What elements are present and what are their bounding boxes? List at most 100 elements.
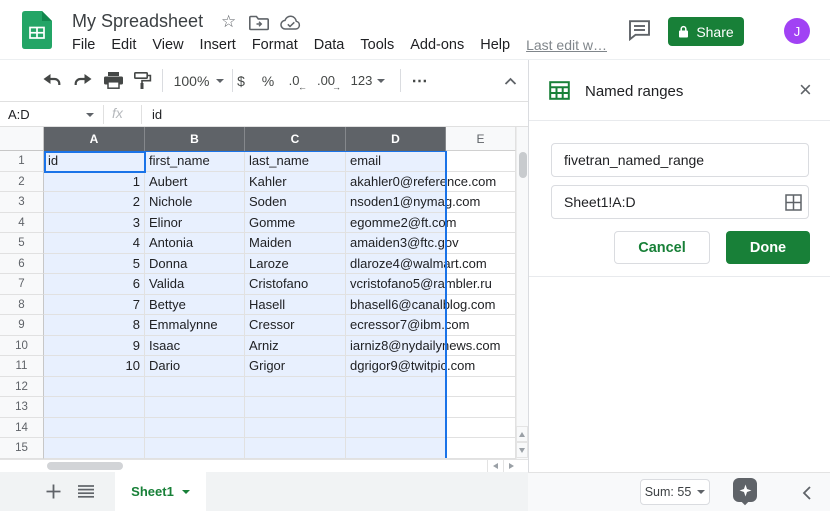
range-name-input[interactable] <box>551 143 809 177</box>
scroll-right-button[interactable] <box>503 460 519 473</box>
cell-D8[interactable]: bhasell6@canalblog.com <box>346 295 446 316</box>
cell-D7[interactable]: vcristofano5@rambler.ru <box>346 274 446 295</box>
cell-C11[interactable]: Grigor <box>245 356 346 377</box>
cell-E1[interactable] <box>446 151 516 172</box>
menu-view[interactable]: View <box>152 37 183 53</box>
cell-D3[interactable]: nsoden1@nymag.com <box>346 192 446 213</box>
share-button[interactable]: Share <box>668 17 744 46</box>
cell-A10[interactable]: 9 <box>44 336 145 357</box>
print-button[interactable] <box>101 60 125 101</box>
cell-B5[interactable]: Antonia <box>145 233 245 254</box>
all-sheets-menu-button[interactable] <box>78 485 94 498</box>
cell-D5[interactable]: amaiden3@ftc.gov <box>346 233 446 254</box>
column-header-A[interactable]: A <box>44 127 145 151</box>
cell-D14[interactable] <box>346 418 446 439</box>
row-header-12[interactable]: 12 <box>0 377 44 398</box>
cell-A15[interactable] <box>44 438 145 459</box>
collapse-toolbar-button[interactable] <box>504 60 517 101</box>
more-toolbar-button[interactable]: ⋯ <box>406 60 434 101</box>
decrease-decimal-button[interactable]: .0← <box>282 60 306 101</box>
zoom-select[interactable]: 100% <box>170 60 228 101</box>
select-all-corner[interactable] <box>0 127 44 151</box>
sheet-tab-sheet1[interactable]: Sheet1 <box>115 472 206 511</box>
cell-C15[interactable] <box>245 438 346 459</box>
cell-D6[interactable]: dlaroze4@walmart.com <box>346 254 446 275</box>
comment-history-icon[interactable] <box>628 20 651 41</box>
cell-B14[interactable] <box>145 418 245 439</box>
row-header-5[interactable]: 5 <box>0 233 44 254</box>
menu-help[interactable]: Help <box>480 37 510 53</box>
cell-B10[interactable]: Isaac <box>145 336 245 357</box>
cell-A6[interactable]: 5 <box>44 254 145 275</box>
row-header-11[interactable]: 11 <box>0 356 44 377</box>
cell-A11[interactable]: 10 <box>44 356 145 377</box>
column-header-B[interactable]: B <box>145 127 245 151</box>
cell-A2[interactable]: 1 <box>44 172 145 193</box>
scroll-left-button[interactable] <box>487 460 503 473</box>
horizontal-scrollbar[interactable] <box>0 459 528 473</box>
select-data-range-icon[interactable] <box>785 194 802 211</box>
cell-D9[interactable]: ecressor7@ibm.com <box>346 315 446 336</box>
cell-A3[interactable]: 2 <box>44 192 145 213</box>
vertical-scrollbar[interactable] <box>516 127 528 459</box>
cell-C2[interactable]: Kahler <box>245 172 346 193</box>
row-header-13[interactable]: 13 <box>0 397 44 418</box>
cloud-status-icon[interactable] <box>280 15 302 31</box>
move-folder-icon[interactable] <box>249 15 269 31</box>
menu-file[interactable]: File <box>72 37 95 53</box>
row-header-14[interactable]: 14 <box>0 418 44 439</box>
cell-E15[interactable] <box>446 438 516 459</box>
vertical-scrollbar-thumb[interactable] <box>519 152 528 178</box>
document-title[interactable]: My Spreadsheet <box>72 11 203 32</box>
number-format-button[interactable]: 123 <box>346 60 390 101</box>
done-button[interactable]: Done <box>726 231 810 264</box>
cell-A14[interactable] <box>44 418 145 439</box>
sheets-logo-icon[interactable] <box>22 11 52 49</box>
cell-D4[interactable]: egomme2@ft.com <box>346 213 446 234</box>
star-icon[interactable]: ☆ <box>221 12 236 32</box>
cell-C1[interactable]: last_name <box>245 151 346 172</box>
cell-B6[interactable]: Donna <box>145 254 245 275</box>
cell-E13[interactable] <box>446 397 516 418</box>
cell-E14[interactable] <box>446 418 516 439</box>
row-header-4[interactable]: 4 <box>0 213 44 234</box>
cell-B7[interactable]: Valida <box>145 274 245 295</box>
menu-data[interactable]: Data <box>314 37 345 53</box>
row-header-2[interactable]: 2 <box>0 172 44 193</box>
cell-C7[interactable]: Cristofano <box>245 274 346 295</box>
undo-button[interactable] <box>40 60 64 101</box>
scroll-down-button[interactable] <box>516 442 528 458</box>
currency-format-button[interactable]: $ <box>229 60 253 101</box>
menu-add-ons[interactable]: Add-ons <box>410 37 464 53</box>
cell-D1[interactable]: email <box>346 151 446 172</box>
avatar[interactable]: J <box>784 18 810 44</box>
cancel-button[interactable]: Cancel <box>614 231 710 264</box>
last-edit-link[interactable]: Last edit w… <box>526 37 607 53</box>
percent-format-button[interactable]: % <box>256 60 280 101</box>
cell-A4[interactable]: 3 <box>44 213 145 234</box>
cell-C6[interactable]: Laroze <box>245 254 346 275</box>
cell-A7[interactable]: 6 <box>44 274 145 295</box>
increase-decimal-button[interactable]: .00→ <box>312 60 340 101</box>
close-icon[interactable]: × <box>793 73 818 107</box>
cell-B9[interactable]: Emmalynne <box>145 315 245 336</box>
cell-C4[interactable]: Gomme <box>245 213 346 234</box>
cell-B11[interactable]: Dario <box>145 356 245 377</box>
cell-A9[interactable]: 8 <box>44 315 145 336</box>
cell-C10[interactable]: Arniz <box>245 336 346 357</box>
cell-D12[interactable] <box>346 377 446 398</box>
row-header-10[interactable]: 10 <box>0 336 44 357</box>
redo-button[interactable] <box>71 60 95 101</box>
name-box[interactable]: A:D <box>0 102 103 127</box>
cell-C14[interactable] <box>245 418 346 439</box>
chevron-left-icon[interactable] <box>802 486 811 500</box>
cell-D11[interactable]: dgrigor9@twitpic.com <box>346 356 446 377</box>
row-header-15[interactable]: 15 <box>0 438 44 459</box>
menu-edit[interactable]: Edit <box>111 37 136 53</box>
scroll-up-button[interactable] <box>516 426 528 442</box>
cell-D13[interactable] <box>346 397 446 418</box>
cell-C5[interactable]: Maiden <box>245 233 346 254</box>
cell-C13[interactable] <box>245 397 346 418</box>
cell-C3[interactable]: Soden <box>245 192 346 213</box>
row-header-7[interactable]: 7 <box>0 274 44 295</box>
